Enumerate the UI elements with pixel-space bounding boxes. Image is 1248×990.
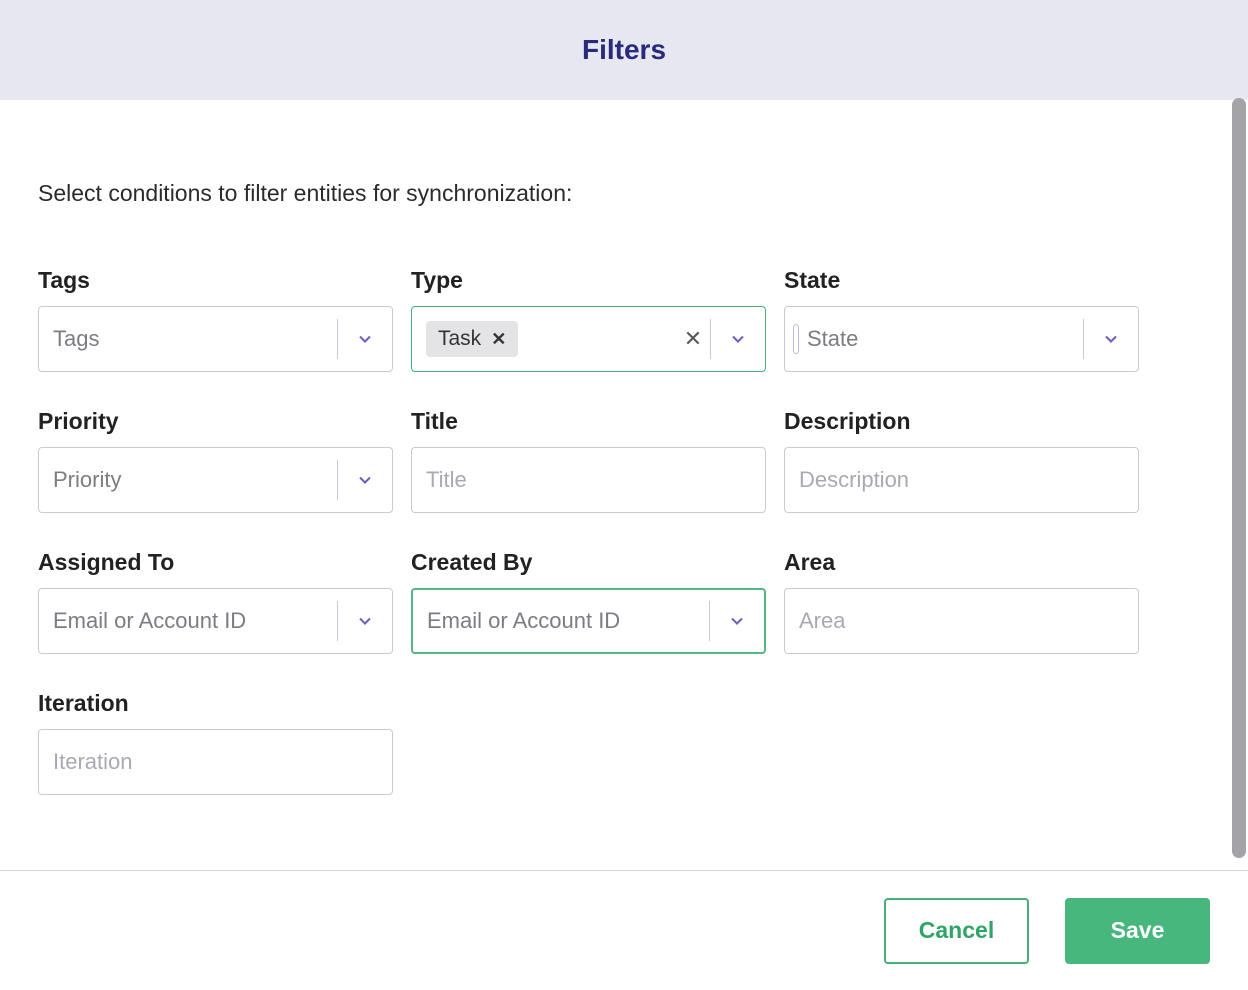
iteration-input-wrap [38,729,393,795]
iteration-input[interactable] [39,730,392,794]
priority-placeholder: Priority [39,467,337,493]
title-input[interactable] [412,448,765,512]
label-created-by: Created By [411,549,766,576]
field-area: Area [784,549,1139,654]
cursor-handle-icon [793,324,799,354]
tags-select[interactable]: Tags [38,306,393,372]
field-tags: Tags Tags [38,267,393,372]
assigned-to-placeholder: Email or Account ID [39,608,337,634]
created-by-select[interactable]: Email or Account ID [411,588,766,654]
created-by-placeholder: Email or Account ID [413,608,709,634]
chip-remove-icon[interactable]: ✕ [491,329,506,350]
field-state: State State [784,267,1139,372]
label-iteration: Iteration [38,690,393,717]
dialog-body: Select conditions to filter entities for… [0,100,1248,870]
label-priority: Priority [38,408,393,435]
chevron-down-icon[interactable] [338,589,392,653]
field-assigned-to: Assigned To Email or Account ID [38,549,393,654]
clear-icon[interactable]: ✕ [676,326,710,352]
chevron-down-icon[interactable] [338,307,392,371]
chevron-down-icon[interactable] [711,307,765,371]
description-input[interactable] [785,448,1138,512]
label-area: Area [784,549,1139,576]
description-input-wrap [784,447,1139,513]
field-priority: Priority Priority [38,408,393,513]
type-chip: Task ✕ [426,321,518,357]
type-select[interactable]: Task ✕ ✕ [411,306,766,372]
label-type: Type [411,267,766,294]
field-iteration: Iteration [38,690,393,795]
label-state: State [784,267,1139,294]
field-type: Type Task ✕ ✕ [411,267,766,372]
filters-dialog: Filters Select conditions to filter enti… [0,0,1248,990]
dialog-title: Filters [582,34,666,66]
dialog-header: Filters [0,0,1248,100]
label-tags: Tags [38,267,393,294]
field-title: Title [411,408,766,513]
dialog-footer: Cancel Save [0,870,1248,990]
field-created-by: Created By Email or Account ID [411,549,766,654]
area-input-wrap [784,588,1139,654]
tags-placeholder: Tags [39,326,337,352]
area-input[interactable] [785,589,1138,653]
filter-grid: Tags Tags Type Task ✕ [38,267,1230,795]
chevron-down-icon[interactable] [338,448,392,512]
intro-text: Select conditions to filter entities for… [38,180,1230,207]
type-chip-label: Task [438,327,481,351]
label-assigned-to: Assigned To [38,549,393,576]
chevron-down-icon[interactable] [710,590,764,652]
cancel-button[interactable]: Cancel [884,898,1029,964]
assigned-to-select[interactable]: Email or Account ID [38,588,393,654]
chevron-down-icon[interactable] [1084,307,1138,371]
state-placeholder: State [785,326,1083,352]
save-button[interactable]: Save [1065,898,1210,964]
state-select[interactable]: State [784,306,1139,372]
priority-select[interactable]: Priority [38,447,393,513]
field-description: Description [784,408,1139,513]
scrollbar[interactable] [1232,98,1246,858]
title-input-wrap [411,447,766,513]
label-title: Title [411,408,766,435]
label-description: Description [784,408,1139,435]
